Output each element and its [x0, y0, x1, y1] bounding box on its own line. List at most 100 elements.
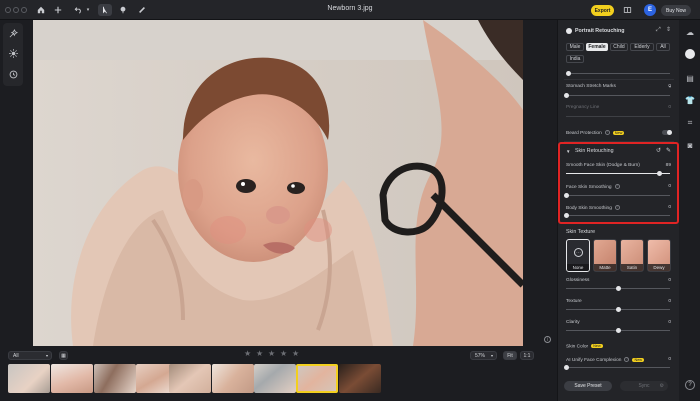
home-icon[interactable]: [35, 4, 47, 16]
option-child[interactable]: Child: [610, 43, 628, 51]
scroll-hint-slider[interactable]: [566, 71, 670, 76]
option-all[interactable]: All: [656, 43, 670, 51]
chevron-down-icon[interactable]: ▾: [669, 84, 671, 89]
sync-button[interactable]: Sync ⚙: [620, 381, 668, 391]
none-icon: ⋯: [574, 248, 583, 257]
compare-icon[interactable]: [621, 4, 633, 16]
zoom-select[interactable]: 57% ▾: [470, 351, 497, 360]
glossiness-slider[interactable]: [566, 286, 670, 291]
slider-knob[interactable]: [564, 93, 569, 98]
beard-protection-toggle[interactable]: [662, 130, 672, 135]
face-scan-icon[interactable]: ⌗: [684, 117, 696, 129]
unify-complexion-slider[interactable]: [564, 365, 670, 370]
thumbnail[interactable]: [339, 364, 381, 393]
window-minimize-button[interactable]: [13, 7, 19, 13]
add-icon[interactable]: [52, 4, 64, 16]
thumbnail[interactable]: [8, 364, 50, 393]
camera-icon[interactable]: ◙: [684, 139, 696, 151]
filter-select-value: All: [13, 352, 19, 359]
texture-slider[interactable]: [566, 307, 670, 312]
stomach-slider[interactable]: [564, 93, 670, 98]
thumbnail[interactable]: [51, 364, 93, 393]
texture-none[interactable]: ⋯ None: [566, 239, 590, 272]
thumbnail[interactable]: [254, 364, 296, 393]
sync-label: Sync: [638, 383, 650, 389]
texture-label: Texture: [566, 299, 582, 304]
slider-knob[interactable]: [616, 328, 621, 333]
option-female[interactable]: Female: [586, 43, 608, 51]
window-close-button[interactable]: [5, 7, 11, 13]
pregnancy-value: 0: [668, 105, 671, 110]
thumbnail[interactable]: [169, 364, 211, 393]
heal-tool-icon[interactable]: [117, 4, 129, 16]
rating-star-1[interactable]: ★: [244, 349, 251, 358]
texture-satin-label: Satin: [621, 264, 643, 271]
adjust-icon[interactable]: [7, 47, 19, 59]
thumbnail-selected[interactable]: [296, 364, 338, 393]
collapse-chevron-icon[interactable]: ⇕: [666, 26, 671, 33]
window-maximize-button[interactable]: [21, 7, 27, 13]
brush-tool-icon[interactable]: [136, 4, 148, 16]
clarity-label: Clarity: [566, 320, 580, 325]
info-icon[interactable]: i: [544, 336, 551, 343]
thumbnail[interactable]: [212, 364, 254, 393]
photo-canvas[interactable]: [33, 20, 523, 346]
glossiness-value: 0: [668, 278, 671, 283]
top-bar: ▾ Newborn 3.jpg Export E Buy Now: [0, 0, 700, 20]
texture-dewy-label: Dewy: [648, 264, 670, 271]
new-badge: New: [612, 130, 625, 135]
glossiness-label: Glossiness: [566, 278, 590, 283]
option-india[interactable]: India: [566, 55, 584, 63]
filter-select[interactable]: All ▾: [8, 351, 52, 360]
rating-star-5[interactable]: ★: [292, 349, 299, 358]
unify-complexion-value: 0: [668, 357, 671, 362]
portrait-icon: [566, 28, 572, 34]
rating-star-3[interactable]: ★: [268, 349, 275, 358]
portrait-tool-icon[interactable]: [685, 49, 695, 59]
skin-color-title: Skin Color New: [566, 344, 603, 350]
help-icon[interactable]: ?: [624, 357, 630, 362]
undo-history-chevron-icon[interactable]: ▾: [82, 4, 94, 16]
slider-knob[interactable]: [564, 365, 569, 370]
settings-icon[interactable]: ⚙: [660, 383, 664, 389]
expand-icon[interactable]: ⤢: [656, 27, 661, 34]
unify-complexion-label: AI Unify Face Complexion? New: [566, 357, 645, 363]
export-button[interactable]: Export: [591, 5, 614, 16]
cloud-icon[interactable]: ☁: [684, 26, 696, 38]
grid-icon: ▦: [61, 352, 66, 359]
slider-knob[interactable]: [566, 71, 571, 76]
save-preset-button[interactable]: Save Preset: [564, 381, 612, 391]
texture-matte-label: Matte: [594, 264, 616, 271]
left-toolbar: [3, 23, 23, 86]
chevron-down-icon: ▾: [45, 353, 48, 358]
rating-star-4[interactable]: ★: [280, 349, 287, 358]
option-male[interactable]: Male: [566, 43, 584, 51]
pregnancy-slider[interactable]: [566, 116, 670, 117]
texture-matte[interactable]: Matte: [593, 239, 617, 272]
beard-protection-label: Beard Protection? New: [566, 130, 625, 136]
skin-retouching-highlight: [558, 142, 679, 224]
help-icon[interactable]: ?: [685, 380, 695, 390]
one-to-one-button[interactable]: 1:1: [520, 351, 534, 360]
newborn-photo: [33, 20, 523, 346]
grid-view-button[interactable]: ▦: [59, 351, 68, 360]
avatar[interactable]: E: [644, 4, 656, 16]
buy-now-button[interactable]: Buy Now: [661, 5, 691, 16]
fit-button[interactable]: Fit: [503, 351, 517, 360]
panel-layout-icon[interactable]: ▤: [684, 72, 696, 84]
slider-knob[interactable]: [616, 307, 621, 312]
texture-dewy[interactable]: Dewy: [647, 239, 671, 272]
thumbnail[interactable]: [94, 364, 136, 393]
ai-enhance-icon[interactable]: [7, 27, 19, 39]
option-elderly[interactable]: Elderly: [630, 43, 654, 51]
rating-star-2[interactable]: ★: [256, 349, 263, 358]
texture-satin[interactable]: Satin: [620, 239, 644, 272]
divider: [564, 79, 674, 80]
select-tool-icon[interactable]: [98, 4, 112, 16]
clothing-icon[interactable]: 👕: [684, 94, 696, 106]
slider-knob[interactable]: [616, 286, 621, 291]
help-icon[interactable]: ?: [604, 130, 610, 135]
clarity-slider[interactable]: [566, 328, 670, 333]
clarity-value: 0: [668, 320, 671, 325]
history-icon[interactable]: [7, 68, 19, 80]
